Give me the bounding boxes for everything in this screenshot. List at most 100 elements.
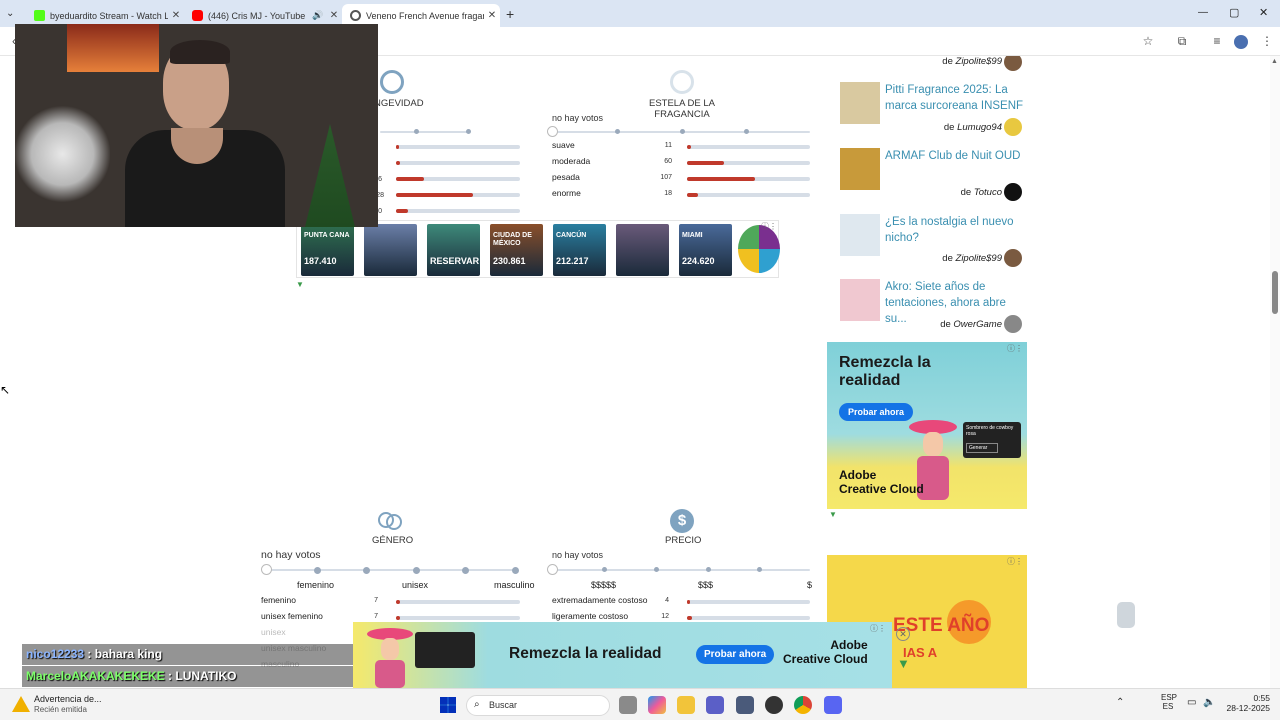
- price-vote-knob[interactable]: [547, 564, 558, 575]
- longevity-bar: [396, 177, 520, 181]
- webcam-overlay: [15, 24, 378, 227]
- ad-popup: Sombrero de cowboy rosa Generar: [963, 422, 1021, 458]
- ad-cta-button[interactable]: Probar ahora: [696, 645, 775, 664]
- avatar[interactable]: [1004, 56, 1022, 71]
- extensions-icon[interactable]: ⧉: [1174, 33, 1190, 49]
- vote-row-bar: [687, 193, 810, 197]
- chat-message: nico12233 : bahara king: [22, 644, 354, 665]
- vote-row-count: 18: [664, 190, 672, 197]
- scale-tick: [615, 129, 620, 134]
- browser-tab-bar: ⌄ byeduardito Stream - Watch Li ✕ (446) …: [0, 0, 1280, 27]
- taskbar-search[interactable]: ⌕ Buscar: [466, 695, 610, 716]
- scrollbar-track[interactable]: [1270, 56, 1280, 688]
- article-thumbnail[interactable]: [840, 214, 880, 256]
- article-author[interactable]: de Lumugo94: [852, 122, 1002, 133]
- close-icon[interactable]: ✕: [326, 10, 342, 21]
- travel-price: 212.217: [556, 256, 589, 266]
- price-scale-label: $$$$$: [591, 580, 617, 590]
- travel-deal-card[interactable]: PUNTA CANA 187.410: [301, 224, 354, 276]
- clock-icon: [380, 70, 404, 94]
- article-thumbnail[interactable]: [840, 82, 880, 124]
- gender-vote-track[interactable]: [266, 569, 516, 571]
- article-author[interactable]: de Zipolite$99: [852, 253, 1002, 264]
- chrome-icon[interactable]: [794, 696, 812, 714]
- article-title[interactable]: ¿Es la nostalgia el nuevo nicho?: [885, 214, 1025, 246]
- travel-deal-card[interactable]: CANCÚN 212.217: [553, 224, 606, 276]
- travel-deal-card[interactable]: MIAMI 224.620: [679, 224, 732, 276]
- teams-icon[interactable]: [706, 696, 724, 714]
- ad-choices-icon[interactable]: ▼: [296, 280, 304, 289]
- perfume-bottle-icon[interactable]: [1117, 602, 1135, 628]
- travel-deal-card[interactable]: [364, 224, 417, 276]
- article-thumbnail[interactable]: [840, 148, 880, 190]
- ad-info-icon[interactable]: ⓘ⋮: [1007, 556, 1023, 567]
- article-title[interactable]: ARMAF Club de Nuit OUD: [885, 148, 1025, 164]
- adobe-sidebar-ad[interactable]: Remezcla la realidad Probar ahora Sombre…: [827, 342, 1027, 509]
- volume-icon[interactable]: 🔈: [1203, 697, 1215, 708]
- article-author[interactable]: de Zipolite$99: [852, 56, 1002, 67]
- fragrantica-icon: [350, 10, 361, 21]
- show-hidden-icons[interactable]: ⌃: [1116, 697, 1124, 708]
- window-close-icon[interactable]: ✕: [1259, 6, 1268, 19]
- file-explorer-icon[interactable]: [677, 696, 695, 714]
- avatar[interactable]: [1004, 118, 1022, 136]
- travel-ad-banner[interactable]: PUNTA CANA 187.410 RESERVAR CIUDAD DE MÉXIC…: [296, 220, 780, 278]
- ad-headline: Remezcla la realidad: [839, 354, 931, 389]
- profile-avatar[interactable]: [1234, 35, 1248, 49]
- article-thumbnail[interactable]: [840, 279, 880, 321]
- clock[interactable]: 0:55 28-12-2025: [1222, 693, 1270, 713]
- article-author[interactable]: de OwerGame: [852, 319, 1002, 330]
- vote-row-count: 11: [664, 142, 672, 149]
- language-indicator[interactable]: ESP ES: [1161, 693, 1177, 711]
- menu-icon[interactable]: ⋮: [1259, 33, 1275, 49]
- ad-info-icon[interactable]: ⓘ⋮: [761, 221, 777, 232]
- windows-start-icon[interactable]: [440, 697, 456, 713]
- tab-search-icon[interactable]: ⌄: [6, 8, 14, 19]
- close-icon[interactable]: ✕: [484, 10, 500, 21]
- notification-title[interactable]: Advertencia de...: [34, 694, 102, 704]
- gender-scale-label: femenino: [297, 580, 335, 590]
- reading-list-icon[interactable]: ≡: [1209, 33, 1225, 49]
- scroll-up-icon[interactable]: ▲: [1271, 58, 1278, 65]
- ad-close-icon[interactable]: ✕: [896, 627, 910, 641]
- price-vote-track[interactable]: [552, 569, 810, 571]
- ad-cta-button[interactable]: Probar ahora: [839, 403, 914, 421]
- app-icon[interactable]: [736, 696, 754, 714]
- obs-icon[interactable]: [765, 696, 783, 714]
- scrollbar-thumb[interactable]: [1272, 271, 1278, 314]
- gender-vote-knob[interactable]: [261, 564, 272, 575]
- gender-scale-label: unisex: [402, 580, 429, 590]
- tinsel-decoration: [15, 104, 110, 204]
- travel-deal-card[interactable]: [616, 224, 669, 276]
- avatar[interactable]: [1004, 183, 1022, 201]
- adobe-bottom-ad[interactable]: Remezcla la realidad Probar ahora Adobe …: [353, 622, 892, 688]
- mute-icon[interactable]: 🔊: [310, 10, 326, 21]
- discord-icon[interactable]: [824, 696, 842, 714]
- vote-row-count: 7: [374, 613, 378, 620]
- new-tab-button[interactable]: +: [506, 6, 514, 22]
- bookmark-star-icon[interactable]: ☆: [1140, 33, 1156, 49]
- vote-row-bar: [687, 616, 810, 620]
- avatar[interactable]: [1004, 315, 1022, 333]
- maximize-icon[interactable]: ▢: [1229, 6, 1239, 19]
- ad-choices-icon[interactable]: ▼: [829, 510, 837, 519]
- copilot-icon[interactable]: [648, 696, 666, 714]
- travel-deal-card[interactable]: RESERVAR: [427, 224, 480, 276]
- ad-choices-icon[interactable]: ▼: [897, 656, 910, 671]
- avatar[interactable]: [1004, 249, 1022, 267]
- travel-deal-card[interactable]: CIUDAD DE MÉXICO 230.861: [490, 224, 543, 276]
- ad-info-icon[interactable]: ⓘ⋮: [870, 623, 886, 634]
- travel-price: 224.620: [682, 256, 715, 266]
- article-author[interactable]: de Totuco: [852, 187, 1002, 198]
- sillage-vote-knob[interactable]: [547, 126, 558, 137]
- longevity-bar: [396, 193, 520, 197]
- network-icon[interactable]: ▭: [1187, 697, 1196, 708]
- vote-row-count: 4: [665, 597, 669, 604]
- minimize-icon[interactable]: —: [1198, 7, 1208, 18]
- task-view-icon[interactable]: [619, 696, 637, 714]
- ad-info-icon[interactable]: ⓘ⋮: [1007, 343, 1023, 354]
- article-title[interactable]: Pitti Fragrance 2025: La marca surcorean…: [885, 82, 1025, 114]
- vote-row-count: 60: [664, 158, 672, 165]
- close-icon[interactable]: ✕: [168, 10, 184, 21]
- warning-icon[interactable]: [12, 696, 30, 712]
